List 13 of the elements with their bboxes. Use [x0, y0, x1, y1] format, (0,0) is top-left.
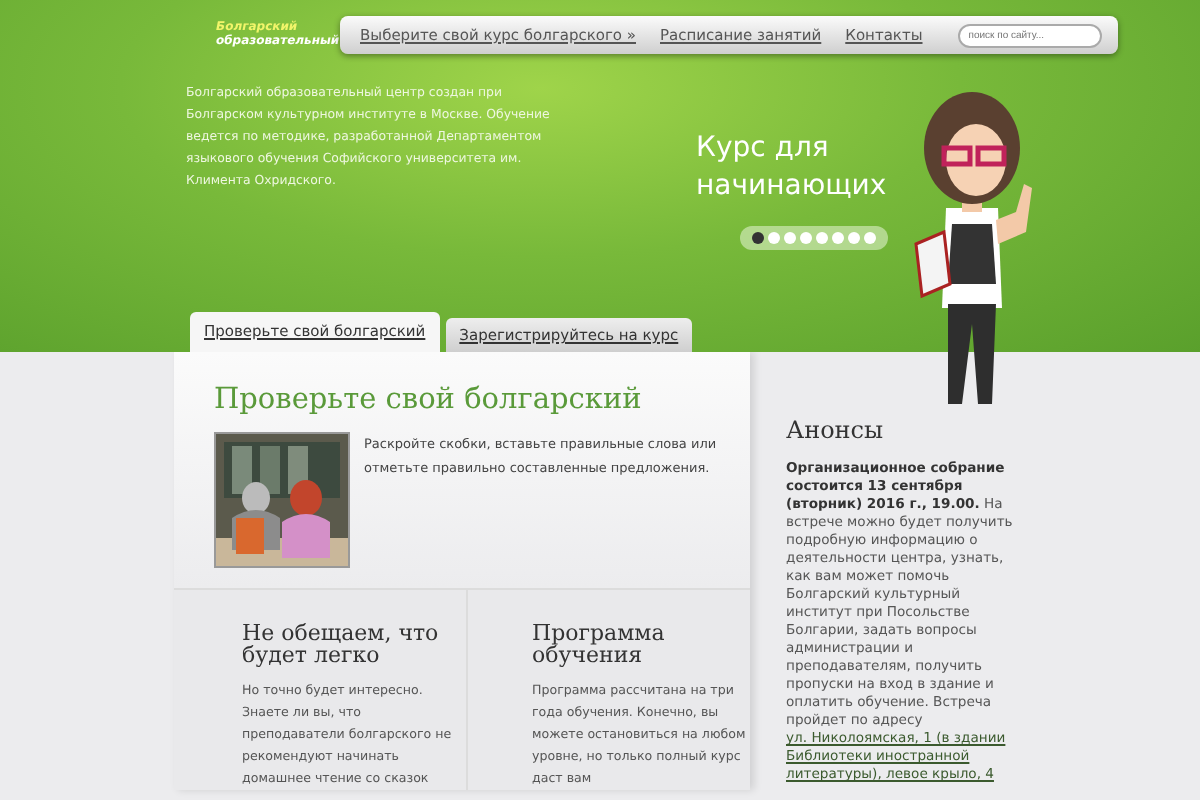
slider-dot[interactable] — [768, 232, 780, 244]
slider-dot[interactable] — [752, 232, 764, 244]
feature-heading: Не обещаем, что будет легко — [242, 622, 441, 666]
announcements-heading: Анонсы — [786, 420, 886, 442]
section-heading: Проверьте свой болгарский — [214, 384, 644, 416]
slider-dot[interactable] — [864, 232, 876, 244]
slide-headline: Курс для начинающих — [696, 130, 880, 206]
slider-dot[interactable] — [848, 232, 860, 244]
slider-dot[interactable] — [832, 232, 844, 244]
slider-dot[interactable] — [800, 232, 812, 244]
slider-dot[interactable] — [784, 232, 796, 244]
feature-heading: Программа обучения — [532, 622, 667, 666]
slider-dot[interactable] — [816, 232, 828, 244]
